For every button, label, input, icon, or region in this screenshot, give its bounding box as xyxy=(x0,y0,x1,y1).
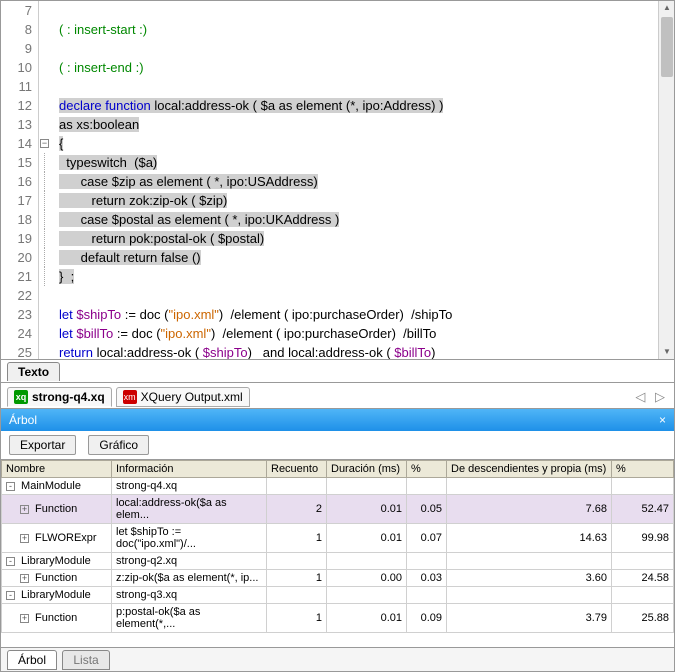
col-pct[interactable]: % xyxy=(407,461,447,478)
xq-file-icon: xq xyxy=(14,390,28,404)
table-row[interactable]: + Functionlocal:address-ok($a as elem...… xyxy=(2,495,674,524)
col-recuento[interactable]: Recuento xyxy=(267,461,327,478)
line-number-gutter: 78910111213141516171819202122232425 xyxy=(1,1,39,359)
tree-toggle-icon[interactable]: - xyxy=(6,482,15,491)
tab-next-icon[interactable]: ▷ xyxy=(652,389,668,404)
tree-toggle-icon[interactable]: + xyxy=(20,505,29,514)
fold-gutter: − xyxy=(39,1,51,359)
panel-title: Árbol xyxy=(9,409,37,431)
close-icon[interactable]: × xyxy=(659,409,666,431)
file-tab-strong-q4[interactable]: xq strong-q4.xq xyxy=(7,387,112,407)
tree-toggle-icon[interactable]: - xyxy=(6,591,15,600)
tree-toggle-icon[interactable]: + xyxy=(20,574,29,583)
table-row[interactable]: + FLWORExprlet $shipTo := doc("ipo.xml")… xyxy=(2,524,674,553)
tree-toggle-icon[interactable]: + xyxy=(20,614,29,623)
tab-lista[interactable]: Lista xyxy=(62,650,109,670)
table-row[interactable]: + Functionp:postal-ok($a as element(*,..… xyxy=(2,604,674,633)
tab-texto[interactable]: Texto xyxy=(7,362,60,381)
col-duracion[interactable]: Duración (ms) xyxy=(327,461,407,478)
tab-nav-arrows: ◁ ▷ xyxy=(632,389,668,405)
table-row[interactable]: - LibraryModulestrong-q3.xq xyxy=(2,587,674,604)
scroll-up-icon[interactable]: ▲ xyxy=(662,3,672,13)
scrollbar-thumb[interactable] xyxy=(661,17,673,77)
vertical-scrollbar[interactable]: ▲ ▼ xyxy=(658,1,674,359)
tab-prev-icon[interactable]: ◁ xyxy=(632,389,648,404)
panel-header: Árbol × xyxy=(1,409,674,431)
tree-toggle-icon[interactable]: - xyxy=(6,557,15,566)
bottom-tab-bar: Árbol Lista xyxy=(1,647,674,671)
table-row[interactable]: - MainModulestrong-q4.xq xyxy=(2,478,674,495)
editor-view-tabs: Texto xyxy=(1,359,674,383)
profiler-grid[interactable]: Nombre Información Recuento Duración (ms… xyxy=(1,459,674,633)
panel-toolbar: Exportar Gráfico xyxy=(1,431,674,459)
file-tab-bar: xq strong-q4.xq xm XQuery Output.xml ◁ ▷ xyxy=(1,383,674,409)
grafico-button[interactable]: Gráfico xyxy=(88,435,149,455)
fold-toggle-icon[interactable]: − xyxy=(40,139,49,148)
code-body[interactable]: ( : insert-start :) ( : insert-end :) de… xyxy=(51,1,674,359)
table-row[interactable]: - LibraryModulestrong-q2.xq xyxy=(2,553,674,570)
scroll-down-icon[interactable]: ▼ xyxy=(662,347,672,357)
col-desc[interactable]: De descendientes y propia (ms) xyxy=(447,461,612,478)
tree-toggle-icon[interactable]: + xyxy=(20,534,29,543)
col-nombre[interactable]: Nombre xyxy=(2,461,112,478)
file-tab-xquery-output[interactable]: xm XQuery Output.xml xyxy=(116,387,250,407)
col-informacion[interactable]: Información xyxy=(112,461,267,478)
col-pct2[interactable]: % xyxy=(612,461,674,478)
grid-header-row: Nombre Información Recuento Duración (ms… xyxy=(2,461,674,478)
tab-arbol[interactable]: Árbol xyxy=(7,650,57,670)
xml-file-icon: xm xyxy=(123,390,137,404)
table-row[interactable]: + Functionz:zip-ok($a as element(*, ip..… xyxy=(2,570,674,587)
exportar-button[interactable]: Exportar xyxy=(9,435,76,455)
code-editor[interactable]: 78910111213141516171819202122232425 − ( … xyxy=(1,1,674,359)
